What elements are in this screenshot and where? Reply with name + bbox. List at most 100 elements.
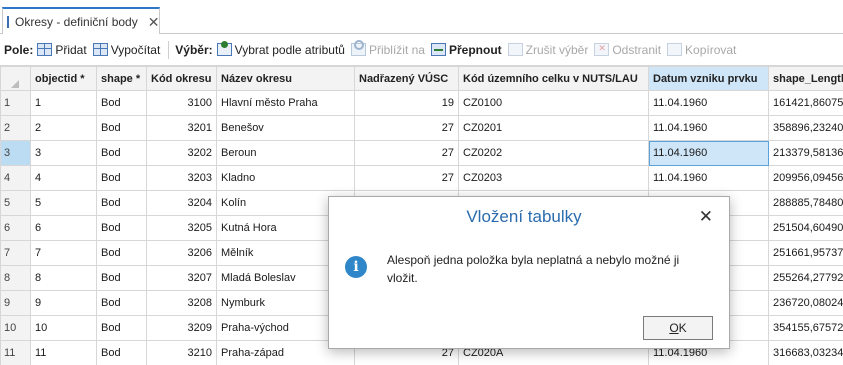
table-row[interactable]: 2 2 Bod 3201 Benešov 27 CZ0201 11.04.1960 358896… <box>0 115 843 141</box>
column-header[interactable]: shape * <box>96 66 147 91</box>
table-cell-kod[interactable]: 3205 <box>146 215 217 241</box>
tab-close-icon[interactable]: ✕ <box>148 15 160 29</box>
column-header[interactable]: shape_Length <box>768 66 843 91</box>
copy-button[interactable]: Kopírovat <box>667 43 736 57</box>
table-cell-vusc[interactable]: 19 <box>354 90 459 116</box>
table-cell-length[interactable]: 251504,60490 <box>768 215 843 241</box>
table-cell-objectid[interactable]: 10 <box>30 315 97 341</box>
table-cell-kod[interactable]: 3201 <box>146 115 217 141</box>
table-cell-shape[interactable]: Bod <box>96 115 147 141</box>
column-header[interactable]: Kód územního celku v NUTS/LAU <box>458 66 649 91</box>
table-cell-kod[interactable]: 3204 <box>146 190 217 216</box>
table-cell-objectid[interactable]: 5 <box>30 190 97 216</box>
ok-button[interactable]: OK <box>643 316 713 340</box>
table-cell-length[interactable]: 288885,78480 <box>768 190 843 216</box>
table-cell-shape[interactable]: Bod <box>96 265 147 291</box>
table-cell-shape[interactable]: Bod <box>96 240 147 266</box>
table-cell-nuts[interactable]: CZ0202 <box>458 140 649 166</box>
row-number[interactable]: 9 <box>0 290 31 316</box>
table-cell-kod[interactable]: 3202 <box>146 140 217 166</box>
table-cell-objectid[interactable]: 1 <box>30 90 97 116</box>
table-cell-nuts[interactable]: CZ0100 <box>458 90 649 116</box>
clear-selection-button[interactable]: Zrušit výběr <box>507 43 588 57</box>
select-by-attributes-button[interactable]: Vybrat podle atributů <box>216 41 345 57</box>
table-cell-kod[interactable]: 3207 <box>146 265 217 291</box>
column-header[interactable]: Kód okresu <box>146 66 217 91</box>
row-number[interactable]: 6 <box>0 215 31 241</box>
table-cell-objectid[interactable]: 2 <box>30 115 97 141</box>
table-cell-objectid[interactable]: 7 <box>30 240 97 266</box>
tab-okresy[interactable]: Okresy - definiční body ✕ <box>2 7 160 34</box>
table-cell-nuts[interactable]: CZ0201 <box>458 115 649 141</box>
tab-strip: Okresy - definiční body ✕ <box>0 0 843 34</box>
table-cell-shape[interactable]: Bod <box>96 315 147 341</box>
table-cell-datum[interactable]: 11.04.1960 <box>648 140 769 166</box>
delete-button[interactable]: Odstranit <box>594 43 661 57</box>
row-number[interactable]: 10 <box>0 315 31 341</box>
table-cell-length[interactable]: 236720,08024 <box>768 290 843 316</box>
table-cell-length[interactable]: 316683,03234 <box>768 340 843 365</box>
table-cell-datum[interactable]: 11.04.1960 <box>648 115 769 141</box>
table-row[interactable]: 3 3 Bod 3202 Beroun 27 CZ0202 11.04.1960 213379,… <box>0 140 843 166</box>
table-cell-kod[interactable]: 3208 <box>146 290 217 316</box>
table-cell-objectid[interactable]: 4 <box>30 165 97 191</box>
table-cell-nazev[interactable]: Beroun <box>216 140 355 166</box>
table-cell-shape[interactable]: Bod <box>96 215 147 241</box>
table-cell-kod[interactable]: 3210 <box>146 340 217 365</box>
table-cell-nazev[interactable]: Hlavní město Praha <box>216 90 355 116</box>
table-cell-length[interactable]: 358896,23240 <box>768 115 843 141</box>
table-row[interactable]: 1 1 Bod 3100 Hlavní město Praha 19 CZ0100 11.04… <box>0 90 843 116</box>
table-cell-shape[interactable]: Bod <box>96 190 147 216</box>
table-cell-kod[interactable]: 3209 <box>146 315 217 341</box>
column-header[interactable]: objectid * <box>30 66 97 91</box>
row-number[interactable]: 4 <box>0 165 31 191</box>
table-cell-shape[interactable]: Bod <box>96 165 147 191</box>
zoom-to-icon <box>350 40 366 56</box>
table-cell-datum[interactable]: 11.04.1960 <box>648 165 769 191</box>
zoom-to-button[interactable]: Přiblížit na <box>350 40 425 57</box>
table-cell-datum[interactable]: 11.04.1960 <box>648 90 769 116</box>
select-all-corner[interactable] <box>0 66 31 91</box>
row-number[interactable]: 2 <box>0 115 31 141</box>
column-header[interactable]: Název okresu <box>216 66 355 91</box>
table-row[interactable]: 4 4 Bod 3203 Kladno 27 CZ0203 11.04.1960 209956,… <box>0 165 843 191</box>
table-cell-shape[interactable]: Bod <box>96 140 147 166</box>
table-cell-length[interactable]: 161421,86075 <box>768 90 843 116</box>
table-cell-objectid[interactable]: 11 <box>30 340 97 365</box>
table-cell-length[interactable]: 209956,09456 <box>768 165 843 191</box>
table-cell-objectid[interactable]: 6 <box>30 215 97 241</box>
tab-title: Okresy - definiční body <box>15 14 138 29</box>
table-cell-kod[interactable]: 3203 <box>146 165 217 191</box>
switch-selection-button[interactable]: Přepnout <box>430 43 502 57</box>
table-cell-objectid[interactable]: 8 <box>30 265 97 291</box>
table-cell-shape[interactable]: Bod <box>96 90 147 116</box>
table-cell-length[interactable]: 213379,58136 <box>768 140 843 166</box>
add-field-button[interactable]: Přidat <box>37 43 87 57</box>
table-cell-shape[interactable]: Bod <box>96 290 147 316</box>
dialog-close-icon[interactable]: ✕ <box>699 208 713 225</box>
table-cell-vusc[interactable]: 27 <box>354 140 459 166</box>
copy-label: Kopírovat <box>685 42 737 57</box>
column-header[interactable]: Nadřazený VÚSC <box>354 66 459 91</box>
row-number[interactable]: 3 <box>0 140 31 166</box>
table-cell-objectid[interactable]: 9 <box>30 290 97 316</box>
table-cell-nazev[interactable]: Kladno <box>216 165 355 191</box>
column-header-selected[interactable]: Datum vzniku prvku <box>648 66 769 91</box>
calculate-field-button[interactable]: Vypočítat <box>92 43 160 57</box>
row-number[interactable]: 7 <box>0 240 31 266</box>
table-cell-length[interactable]: 251661,95737 <box>768 240 843 266</box>
table-cell-vusc[interactable]: 27 <box>354 165 459 191</box>
table-cell-nazev[interactable]: Benešov <box>216 115 355 141</box>
table-cell-shape[interactable]: Bod <box>96 340 147 365</box>
table-cell-length[interactable]: 255264,27792 <box>768 265 843 291</box>
table-cell-kod[interactable]: 3206 <box>146 240 217 266</box>
table-cell-length[interactable]: 354155,67572 <box>768 315 843 341</box>
table-cell-objectid[interactable]: 3 <box>30 140 97 166</box>
table-cell-kod[interactable]: 3100 <box>146 90 217 116</box>
table-cell-vusc[interactable]: 27 <box>354 115 459 141</box>
row-number[interactable]: 8 <box>0 265 31 291</box>
table-cell-nuts[interactable]: CZ0203 <box>458 165 649 191</box>
row-number[interactable]: 1 <box>0 90 31 116</box>
row-number[interactable]: 11 <box>0 340 31 365</box>
row-number[interactable]: 5 <box>0 190 31 216</box>
